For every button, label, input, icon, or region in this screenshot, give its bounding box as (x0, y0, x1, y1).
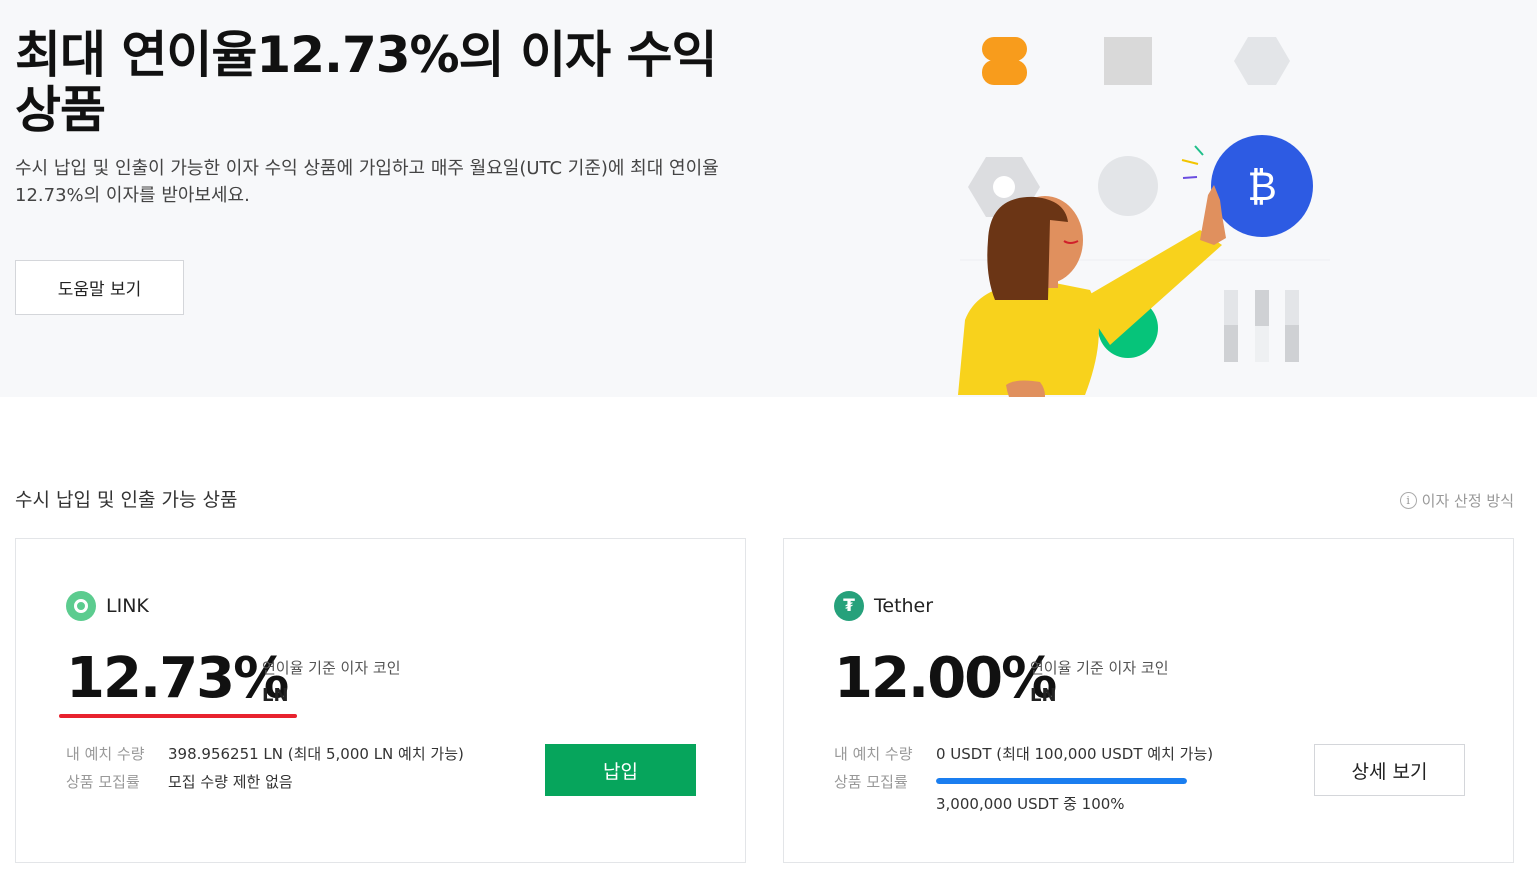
deposit-value: 0 USDT (최대 100,000 USDT 예치 가능) (936, 745, 1214, 763)
deposit-button[interactable]: 납입 (545, 744, 696, 796)
info-icon: i (1399, 492, 1417, 509)
recruit-label: 상품 모집률 (834, 773, 908, 791)
help-button[interactable]: 도움말 보기 (15, 260, 184, 315)
coin-name: Tether (874, 595, 934, 617)
product-card-link: LINK 12.73% 연이율 기준 이자 코인 LN 내 예치 수량 398.… (15, 538, 746, 863)
link-icon (66, 591, 96, 621)
hero-banner: 최대 연이율12.73%의 이자 수익 상품 수시 납입 및 인출이 가능한 이… (0, 0, 1537, 397)
tether-icon: ₮ (834, 591, 864, 621)
detail-button[interactable]: 상세 보기 (1314, 744, 1465, 796)
deposit-label: 내 예치 수량 (834, 745, 913, 763)
recruit-row: 상품 모집률 모집 수량 제한 없음 (66, 771, 293, 792)
person-figure (958, 185, 1226, 397)
deposit-row: 내 예치 수량 398.956251 LN (최대 5,000 LN 예치 가능… (66, 743, 464, 764)
orange-shape-icon (982, 37, 1027, 85)
deposit-row: 내 예치 수량 0 USDT (최대 100,000 USDT 예치 가능) (834, 743, 1213, 764)
grey-hexagon-shape (1234, 37, 1290, 85)
rate-unit: LN (1030, 685, 1057, 706)
grey-square-shape (1104, 37, 1152, 85)
interest-calc-link[interactable]: i 이자 산정 방식 (1399, 490, 1514, 511)
grey-circle-shape (1098, 156, 1158, 216)
page-title: 최대 연이율12.73%의 이자 수익 상품 (15, 26, 717, 139)
deposit-label: 내 예치 수량 (66, 745, 145, 763)
recruit-row: 상품 모집률 (834, 771, 918, 792)
hero-illustration: ₿ (958, 37, 1330, 397)
interest-calc-label: 이자 산정 방식 (1421, 492, 1514, 510)
bitcoin-coin-icon: ₿ (1211, 135, 1313, 237)
product-card-tether: ₮ Tether 12.00% 연이율 기준 이자 코인 LN 내 예치 수량 … (783, 538, 1514, 863)
section-title: 수시 납입 및 인출 가능 상품 (15, 489, 238, 511)
coin-header: ₮ Tether (834, 591, 933, 621)
deposit-value: 398.956251 LN (최대 5,000 LN 예치 가능) (168, 745, 464, 763)
recruit-label: 상품 모집률 (66, 773, 140, 791)
highlight-underline (59, 714, 297, 718)
rate-unit: LN (262, 685, 289, 706)
svg-text:₿: ₿ (1247, 164, 1277, 210)
recruit-progress-fill (936, 778, 1187, 784)
interest-rate: 12.73% (66, 646, 289, 711)
rate-label: 연이율 기준 이자 코인 (262, 659, 401, 677)
recruit-progress-bar (936, 778, 1187, 784)
hero-description: 수시 납입 및 인출이 가능한 이자 수익 상품에 가입하고 매주 월요일(UT… (15, 158, 719, 206)
recruit-value: 모집 수량 제한 없음 (168, 773, 293, 791)
rate-label: 연이율 기준 이자 코인 (1030, 659, 1169, 677)
coin-name: LINK (106, 595, 149, 617)
recruit-value: 3,000,000 USDT 중 100% (936, 795, 1125, 813)
interest-rate: 12.00% (834, 646, 1057, 711)
coin-header: LINK (66, 591, 149, 621)
bar-chart-shape (1224, 290, 1299, 362)
